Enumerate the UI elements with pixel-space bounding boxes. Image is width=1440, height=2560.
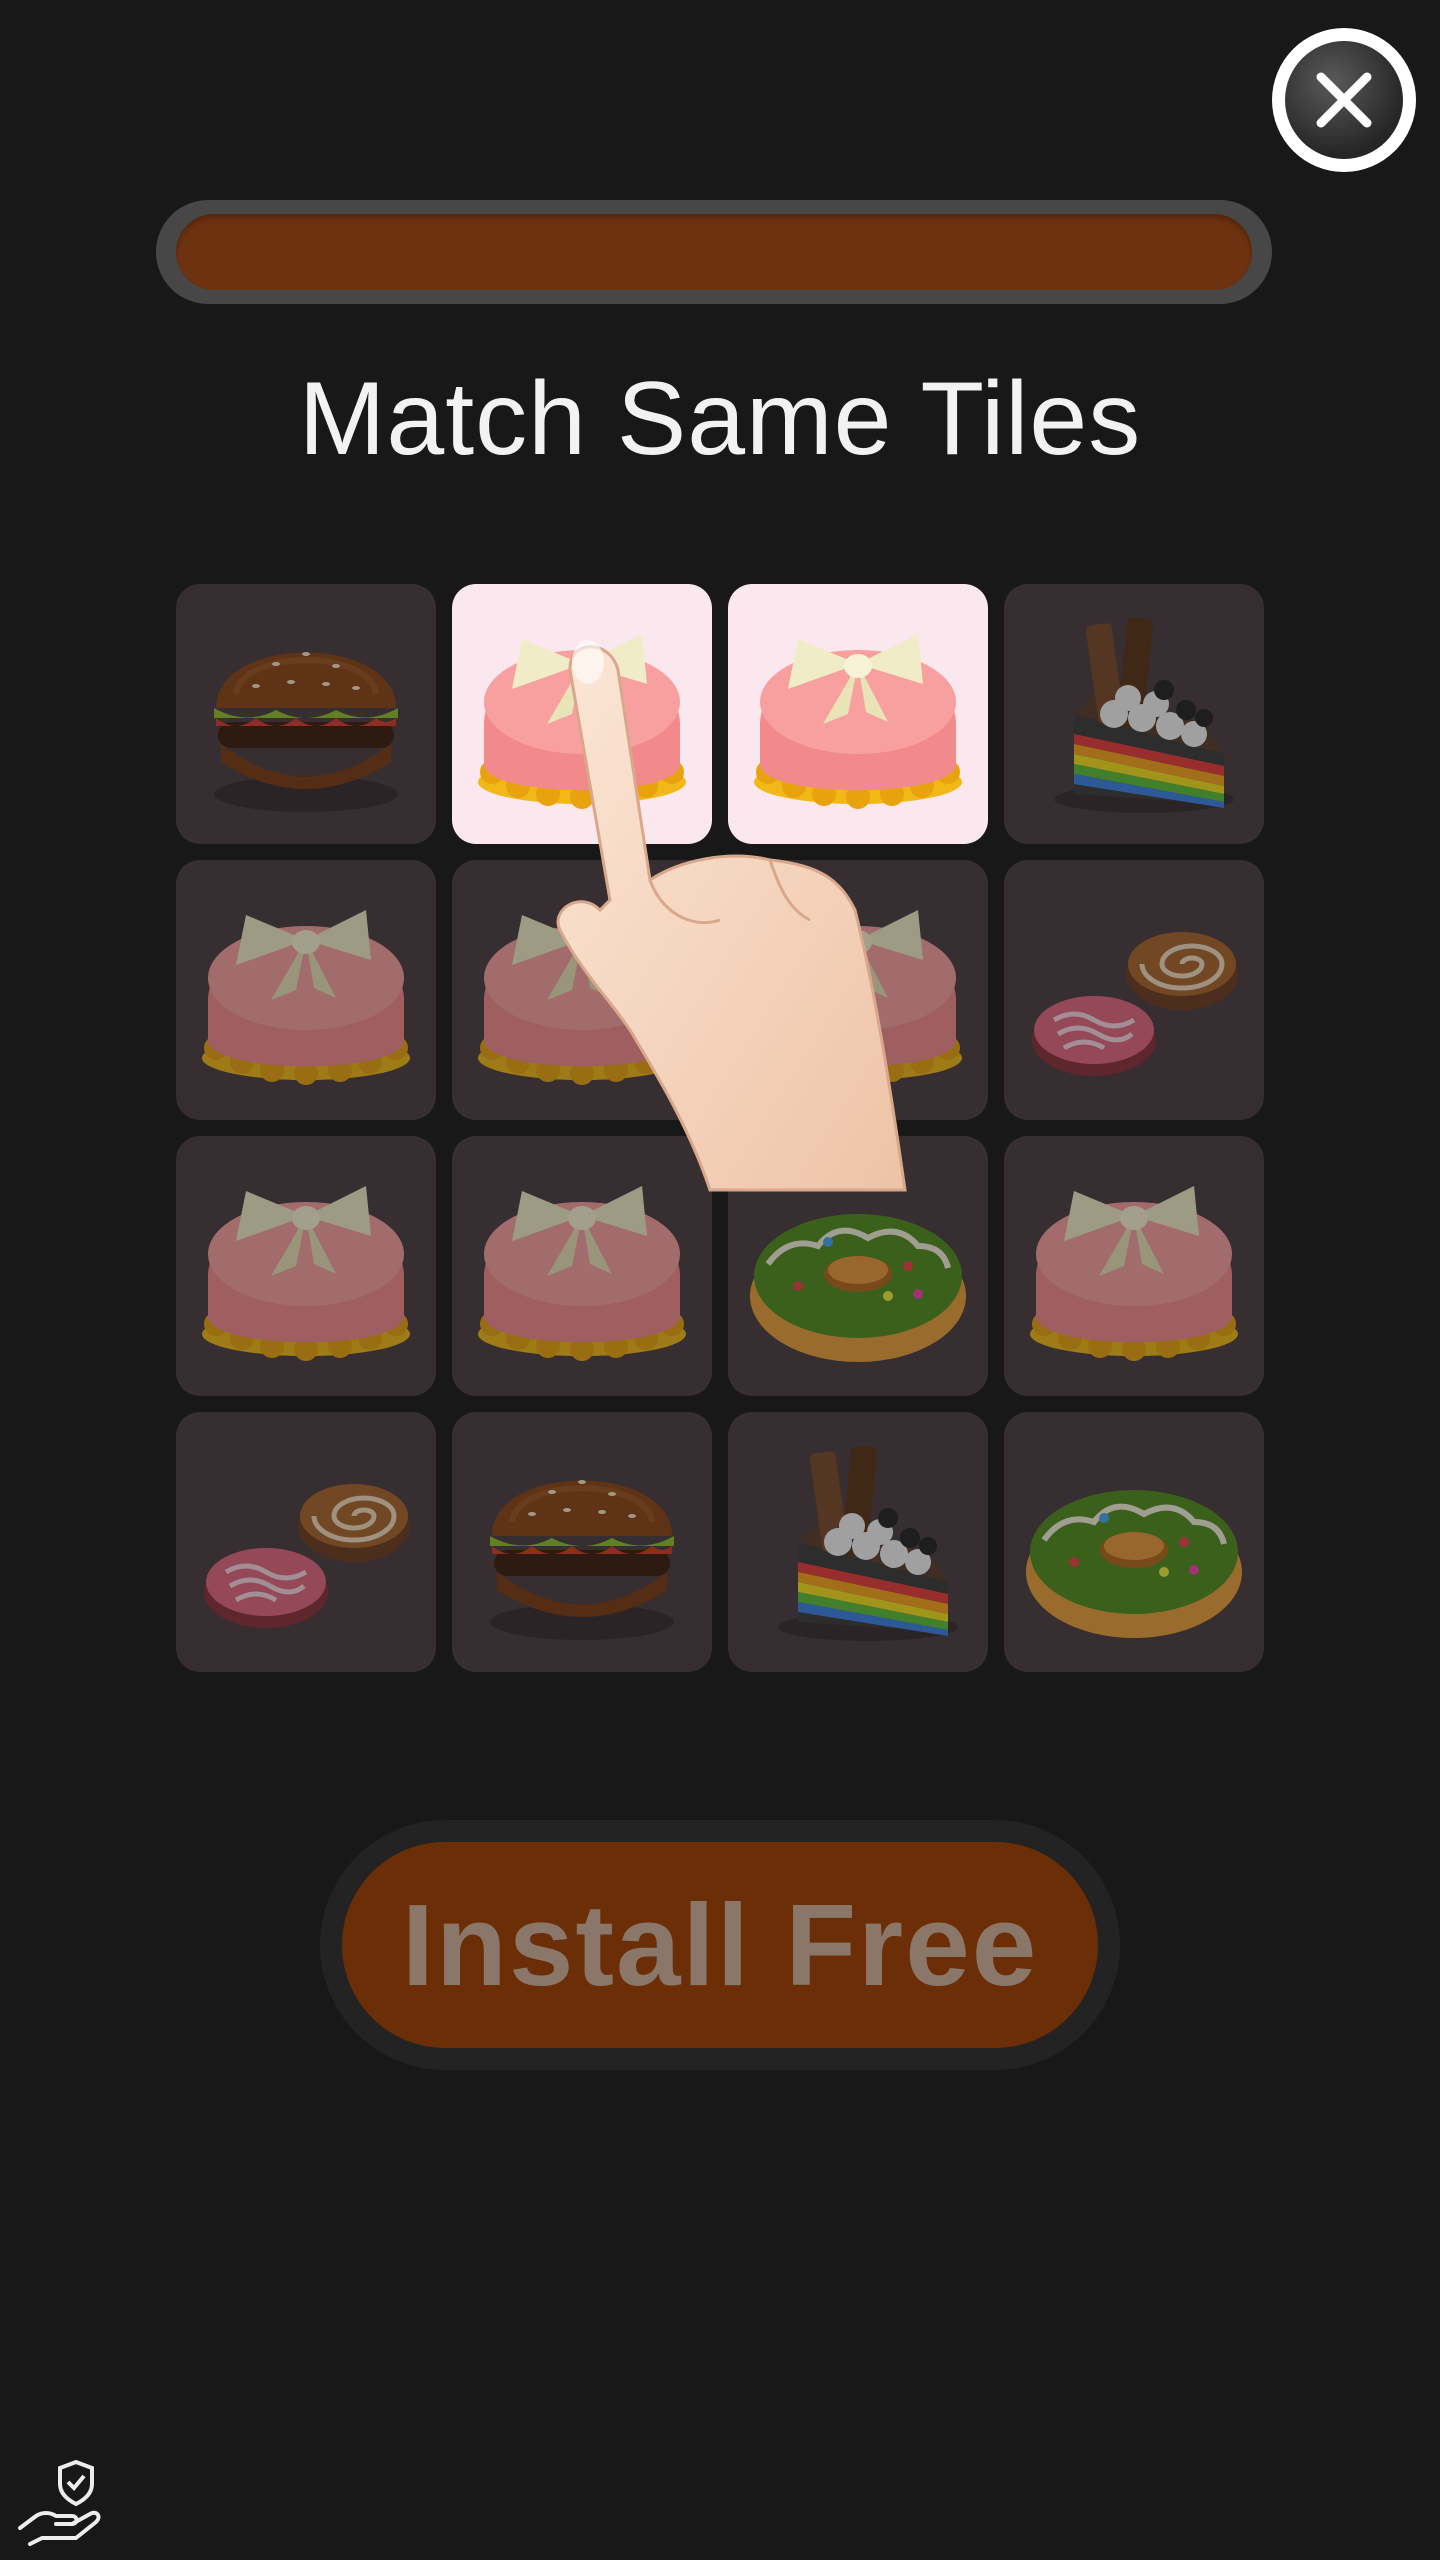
- tile-macaron[interactable]: [1004, 1136, 1264, 1396]
- macaron-icon: [478, 1186, 686, 1361]
- install-button-frame: Install Free: [320, 1820, 1120, 2070]
- cookies-icon: [1032, 932, 1238, 1076]
- cookies-icon: [204, 1484, 410, 1628]
- tile-donut[interactable]: [728, 1136, 988, 1396]
- burger-icon: [214, 652, 398, 812]
- progress-fill: [176, 214, 1252, 290]
- tile-macaron[interactable]: [452, 860, 712, 1120]
- tile-burger[interactable]: [176, 584, 436, 844]
- tile-rainbow-cake[interactable]: [728, 1412, 988, 1672]
- burger-icon: [490, 1480, 674, 1640]
- macaron-icon: [202, 1186, 410, 1361]
- tile-macaron[interactable]: [176, 860, 436, 1120]
- macaron-icon: [754, 634, 962, 809]
- macaron-icon: [1030, 1186, 1238, 1361]
- tile-macaron[interactable]: [176, 1136, 436, 1396]
- macaron-icon: [478, 634, 686, 809]
- tile-macaron[interactable]: [728, 860, 988, 1120]
- close-icon: [1285, 41, 1403, 159]
- tile-cookies[interactable]: [1004, 860, 1264, 1120]
- tile-donut[interactable]: [1004, 1412, 1264, 1672]
- close-button[interactable]: [1272, 28, 1416, 172]
- privacy-hand-shield-icon[interactable]: [16, 2458, 104, 2546]
- tile-rainbow-cake[interactable]: [1004, 584, 1264, 844]
- tile-grid: [176, 584, 1264, 1672]
- page-title: Match Same Tiles: [298, 361, 1142, 477]
- donut-icon: [1026, 1490, 1242, 1638]
- rainbow-cake-icon: [1054, 617, 1234, 813]
- rainbow-cake-icon: [778, 1445, 958, 1641]
- macaron-icon: [478, 910, 686, 1085]
- tile-burger[interactable]: [452, 1412, 712, 1672]
- macaron-icon: [202, 910, 410, 1085]
- tile-macaron[interactable]: [728, 584, 988, 844]
- install-free-button[interactable]: Install Free: [342, 1842, 1098, 2048]
- tile-cookies[interactable]: [176, 1412, 436, 1672]
- progress-bar: [156, 200, 1272, 304]
- tile-macaron[interactable]: [452, 584, 712, 844]
- donut-icon: [750, 1214, 966, 1362]
- macaron-icon: [754, 910, 962, 1085]
- tile-macaron[interactable]: [452, 1136, 712, 1396]
